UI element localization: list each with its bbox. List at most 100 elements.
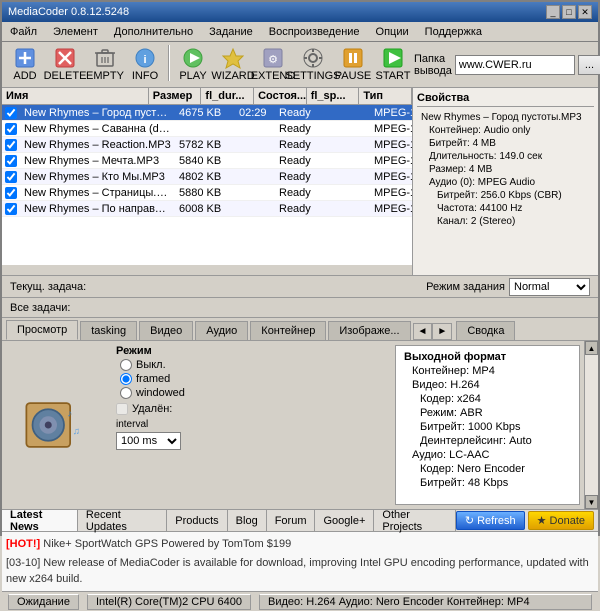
file-list[interactable]: New Rhymes – Город пустоты.MP3 4675 KB 0… [2,105,412,265]
task-mode-select[interactable]: Normal Background Low Priority [509,278,590,296]
menu-item-задание[interactable]: Задание [205,25,257,39]
format-scrollbar[interactable]: ▲ ▼ [584,341,598,509]
tab-[interactable]: Изображе... [328,321,410,340]
deinterlace-option[interactable]: Удалён: [116,403,387,415]
news-tab-recentupdates[interactable]: Recent Updates [78,510,167,531]
toolbar-btn-add[interactable]: ADD [6,45,44,85]
tab-scroll-left[interactable]: ◄ [413,323,433,340]
toolbar-btn-pause[interactable]: PAUSE [334,45,372,85]
table-row[interactable]: New Rhymes – Саванна (demo).mp3 Ready MP… [2,121,412,137]
properties-title: Свойства [417,92,594,107]
media-preview-icon: ♪ ♫ [22,390,92,460]
minimize-button[interactable]: _ [546,5,560,19]
news-tab-otherprojects[interactable]: Other Projects [374,510,456,531]
format-item: Выходной формат [400,350,575,364]
news-tab-forum[interactable]: Forum [267,510,316,531]
tab-[interactable]: Аудио [195,321,248,340]
close-button[interactable]: ✕ [578,5,592,19]
wizard-icon [221,47,245,69]
toolbar-btn-delete[interactable]: DELETE [46,45,84,85]
all-tasks-label: Все задачи: [10,302,70,314]
file-speed [330,192,370,194]
tab-summary[interactable]: Сводка [456,321,515,340]
output-folder-input[interactable] [455,55,575,75]
row-checkbox[interactable] [5,123,17,135]
scroll-up-button[interactable]: ▲ [585,341,598,355]
toolbar-btn-play[interactable]: PLAY [174,45,212,85]
tab-[interactable]: Видео [139,321,193,340]
scroll-down-button[interactable]: ▼ [585,495,598,509]
encoding-panel: Режим Выкл. framed windowed Удалён [112,341,391,509]
file-state: Ready [275,170,330,184]
refresh-button[interactable]: ↻Refresh [456,511,525,530]
property-item: Аудио (0): MPEG Audio [417,176,594,189]
menu-item-поддержка[interactable]: Поддержка [421,25,486,39]
deinterlace-checkbox[interactable] [116,403,128,415]
property-item: Битрейт: 256.0 Kbps (CBR) [417,189,594,202]
interval-select[interactable]: 100 ms 200 ms 500 ms 1000 ms [116,432,181,450]
news-tab-latestnews[interactable]: Latest News [2,510,78,531]
app-title: MediaCoder 0.8.12.5248 [8,6,129,18]
table-row[interactable]: New Rhymes – Кто Мы.MP3 4802 KB Ready MP… [2,169,412,185]
news-tab-blog[interactable]: Blog [228,510,267,531]
tab-tasking[interactable]: tasking [80,321,137,340]
file-speed [330,112,370,114]
tabs-bar: ПросмотрtaskingВидеоАудиоКонтейнерИзобра… [2,318,598,341]
news-tab-google[interactable]: Google+ [315,510,374,531]
menu-item-дополнительно[interactable]: Дополнительно [110,25,197,39]
mode-windowed-option[interactable]: windowed [120,387,387,399]
menu-item-файл[interactable]: Файл [6,25,41,39]
row-checkbox[interactable] [5,107,17,119]
toolbar-btn-empty[interactable]: EMPTY [86,45,124,85]
toolbar-btn-info[interactable]: iINFO [126,45,164,85]
tab-content: ♪ ♫ Режим Выкл. framed windowed [2,341,598,509]
mode-off-option[interactable]: Выкл. [120,359,387,371]
file-name: New Rhymes – Город пустоты.MP3 [20,106,175,120]
file-state: Ready [275,106,330,120]
mode-off-radio[interactable] [120,359,132,371]
row-checkbox[interactable] [5,171,17,183]
property-item: New Rhymes – Город пустоты.MP3 [417,111,594,124]
row-checkbox[interactable] [5,203,17,215]
all-tasks-bar: Все задачи: [2,298,598,318]
table-row[interactable]: New Rhymes – Reaction.MP3 5782 KB Ready … [2,137,412,153]
menu-item-элемент[interactable]: Элемент [49,25,102,39]
table-row[interactable]: New Rhymes – По направлению в... 6008 KB… [2,201,412,217]
toolbar-btn-settings[interactable]: SETTINGS [294,45,332,85]
mode-framed-radio[interactable] [120,373,132,385]
format-item: Кодер: x264 [400,392,575,406]
browse-button[interactable]: ... [578,55,600,75]
status-bar: ОжиданиеIntel(R) Core(TM)2 CPU 6400Видео… [2,591,598,611]
toolbar-btn-start[interactable]: START [374,45,412,85]
mode-windowed-radio[interactable] [120,387,132,399]
toolbar-btn-wizard[interactable]: WIZARD [214,45,252,85]
row-checkbox[interactable] [5,187,17,199]
table-row[interactable]: New Rhymes – Город пустоты.MP3 4675 KB 0… [2,105,412,121]
menu-item-опции[interactable]: Опции [372,25,413,39]
format-item: Режим: ABR [400,406,575,420]
task-bar: Текущ. задача: Режим задания Normal Back… [2,276,598,298]
properties-panel: Свойства New Rhymes – Город пустоты.MP3К… [413,88,598,275]
menu-item-воспроизведение[interactable]: Воспроизведение [265,25,364,39]
table-row[interactable]: New Rhymes – Мечта.MP3 5840 KB Ready MPE… [2,153,412,169]
file-state: Ready [275,138,330,152]
file-name: New Rhymes – Reaction.MP3 [20,138,175,152]
table-row[interactable]: New Rhymes – Страницы.MP3 5880 KB Ready … [2,185,412,201]
row-checkbox[interactable] [5,139,17,151]
mode-framed-option[interactable]: framed [120,373,387,385]
col-header-flsp: fl_sp... [307,88,360,104]
news-tab-products[interactable]: Products [167,510,227,531]
property-item: Контейнер: Audio only [417,124,594,137]
tab-[interactable]: Просмотр [6,320,78,340]
play-icon [181,47,205,69]
file-type: MPEG-1 Layer 3 [370,170,412,184]
format-item: Деинтерлейсинг: Auto [400,434,575,448]
donate-button[interactable]: ★Donate [528,511,594,530]
file-name: New Rhymes – Кто Мы.MP3 [20,170,175,184]
file-size: 4802 KB [175,170,235,184]
row-checkbox[interactable] [5,155,17,167]
maximize-button[interactable]: □ [562,5,576,19]
file-size: 5840 KB [175,154,235,168]
tab-scroll-right[interactable]: ► [432,323,452,340]
tab-[interactable]: Контейнер [250,321,326,340]
